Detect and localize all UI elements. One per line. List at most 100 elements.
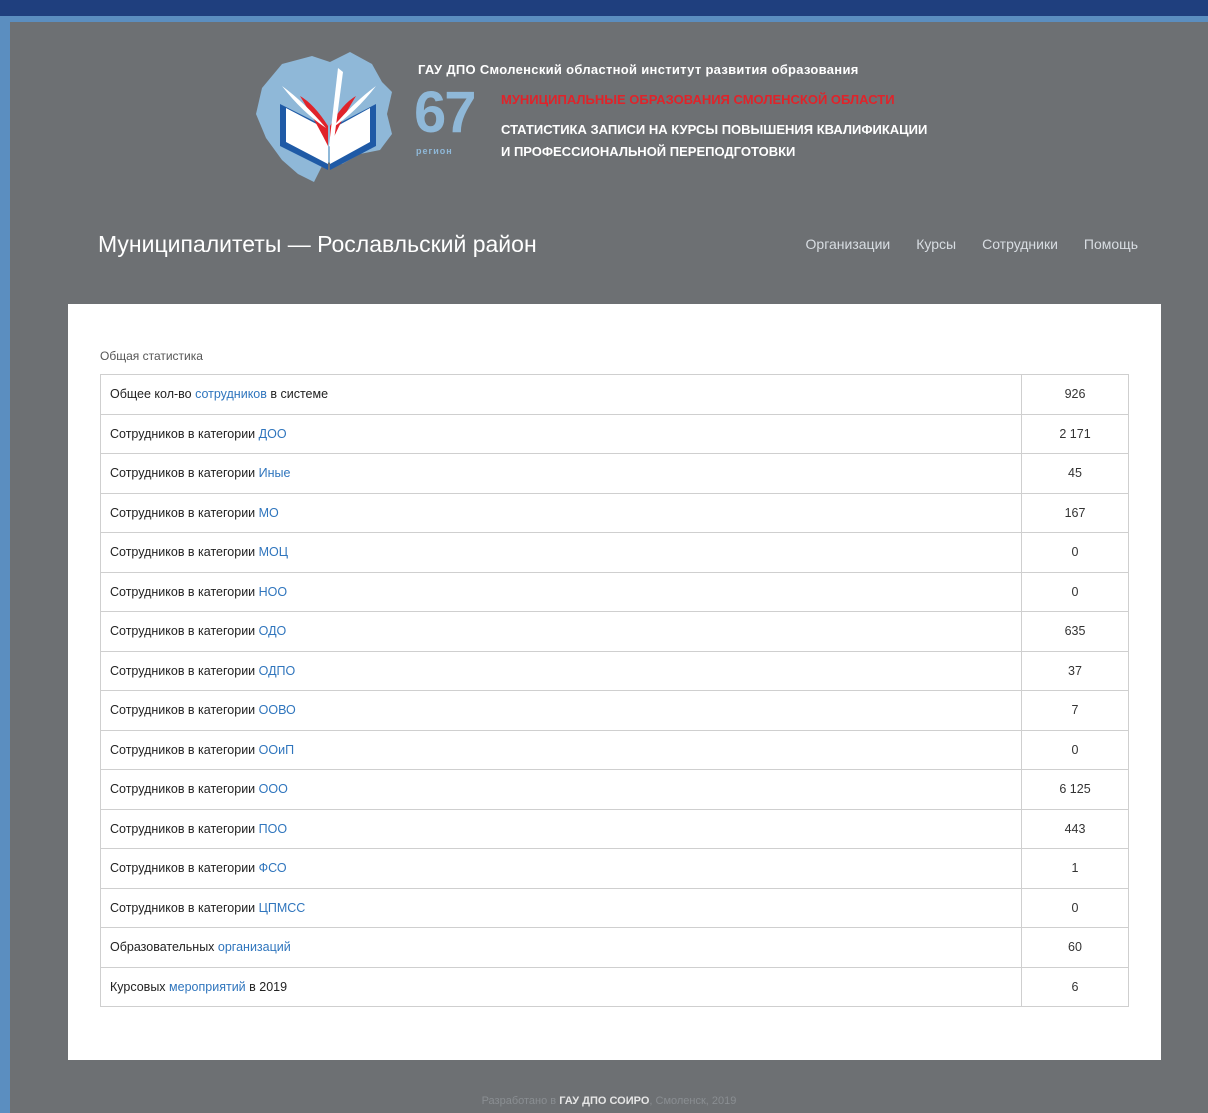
row-value: 1 xyxy=(1021,848,1129,889)
row-label-prefix: Сотрудников в категории xyxy=(110,505,259,520)
table-row: Сотрудников в категории ОДО 635 xyxy=(100,611,1129,652)
row-category-link[interactable]: ОДПО xyxy=(259,664,296,678)
row-label-prefix: Сотрудников в категории xyxy=(110,545,259,560)
row-label: Сотрудников в категории Иные xyxy=(100,453,1022,494)
table-row: Сотрудников в категории ООиП 0 xyxy=(100,729,1129,770)
row-value: 7 xyxy=(1021,690,1129,731)
row-label: Сотрудников в категории ФСО xyxy=(100,848,1022,889)
row-label: Общее кол-во сотрудников в системе xyxy=(100,374,1022,415)
row-label-suffix: в системе xyxy=(266,387,329,402)
row-value: 6 125 xyxy=(1021,769,1129,810)
row-value: 167 xyxy=(1021,492,1129,533)
row-value: 443 xyxy=(1021,808,1129,849)
row-label: Сотрудников в категории ООВО xyxy=(100,690,1022,731)
footer: Разработано в ГАУ ДПО СОИРО, Смоленск, 2… xyxy=(10,1095,1208,1107)
row-label-prefix: Сотрудников в категории xyxy=(110,624,259,639)
row-value: 6 xyxy=(1021,966,1129,1007)
region-label: регион xyxy=(416,146,453,156)
row-value: 926 xyxy=(1021,374,1129,415)
row-label-prefix: Курсовых xyxy=(110,979,170,994)
row-category-link[interactable]: ОДО xyxy=(259,624,287,638)
table-row: Сотрудников в категории Иные 45 xyxy=(100,453,1129,494)
table-row: Сотрудников в категории ФСО 1 xyxy=(100,848,1129,889)
row-label-prefix: Образовательных xyxy=(110,940,218,955)
page-frame: 67 регион ГАУ ДПО Смоленский областной и… xyxy=(10,22,1208,1113)
row-label: Курсовых мероприятий в 2019 xyxy=(100,966,1022,1007)
row-value: 0 xyxy=(1021,571,1129,612)
row-category-link[interactable]: организаций xyxy=(218,940,291,954)
row-value: 60 xyxy=(1021,927,1129,968)
region-number: 67 xyxy=(414,80,476,145)
row-category-link[interactable]: ООиП xyxy=(259,743,294,757)
row-value: 0 xyxy=(1021,729,1129,770)
row-value: 45 xyxy=(1021,453,1129,494)
row-value: 635 xyxy=(1021,611,1129,652)
table-row: Сотрудников в категории НОО 0 xyxy=(100,571,1129,612)
row-value: 37 xyxy=(1021,650,1129,691)
table-row: Сотрудников в категории ДОО 2 171 xyxy=(100,413,1129,454)
row-label-prefix: Общее кол-во xyxy=(110,387,196,402)
row-label: Сотрудников в категории ЦПМСС xyxy=(100,887,1022,928)
footer-suffix: , Смоленск, 2019 xyxy=(649,1095,737,1107)
row-label: Сотрудников в категории ОДО xyxy=(100,611,1022,652)
row-category-link[interactable]: Иные xyxy=(259,466,291,480)
row-label-prefix: Сотрудников в категории xyxy=(110,426,259,441)
row-label: Сотрудников в категории ОДПО xyxy=(100,650,1022,691)
row-label: Сотрудников в категории МО xyxy=(100,492,1022,533)
row-category-link[interactable]: ЦПМСС xyxy=(259,901,306,915)
row-category-link[interactable]: МО xyxy=(259,506,279,520)
row-category-link[interactable]: ПОО xyxy=(259,822,287,836)
row-category-link[interactable]: НОО xyxy=(259,585,287,599)
row-label-prefix: Сотрудников в категории xyxy=(110,900,259,915)
table-row: Сотрудников в категории ОДПО 37 xyxy=(100,650,1129,691)
row-label-prefix: Сотрудников в категории xyxy=(110,466,259,481)
row-category-link[interactable]: МОЦ xyxy=(259,545,288,559)
table-row: Сотрудников в категории МО 167 xyxy=(100,492,1129,533)
row-value: 0 xyxy=(1021,532,1129,573)
row-label: Сотрудников в категории ООиП xyxy=(100,729,1022,770)
footer-org[interactable]: ГАУ ДПО СОИРО xyxy=(559,1095,649,1107)
nav-employees[interactable]: Сотрудники xyxy=(982,236,1058,252)
subtitle-line-2: И ПРОФЕССИОНАЛЬНОЙ ПЕРЕПОДГОТОВКИ xyxy=(501,144,796,159)
table-row: Сотрудников в категории ООВО 7 xyxy=(100,690,1129,731)
table-row: Сотрудников в категории ПОО 443 xyxy=(100,808,1129,849)
row-label: Сотрудников в категории ДОО xyxy=(100,413,1022,454)
table-row: Сотрудников в категории ООО 6 125 xyxy=(100,769,1129,810)
institute-logo[interactable] xyxy=(242,42,417,192)
institute-name: ГАУ ДПО Смоленский областной институт ра… xyxy=(418,62,859,77)
row-category-link[interactable]: ООВО xyxy=(259,703,296,717)
row-label: Сотрудников в категории ООО xyxy=(100,769,1022,810)
row-label: Сотрудников в категории ПОО xyxy=(100,808,1022,849)
subtitle-line-1: СТАТИСТИКА ЗАПИСИ НА КУРСЫ ПОВЫШЕНИЯ КВА… xyxy=(501,122,928,137)
footer-prefix: Разработано в xyxy=(481,1095,560,1107)
row-label-prefix: Сотрудников в категории xyxy=(110,703,259,718)
row-label: Образовательных организаций xyxy=(100,927,1022,968)
row-label-prefix: Сотрудников в категории xyxy=(110,861,259,876)
table-row: Курсовых мероприятий в 2019 6 xyxy=(100,966,1129,1007)
section-title: Общая статистика xyxy=(100,349,203,363)
row-label-prefix: Сотрудников в категории xyxy=(110,584,259,599)
row-category-link[interactable]: ФСО xyxy=(259,861,287,875)
row-label-prefix: Сотрудников в категории xyxy=(110,782,259,797)
row-category-link[interactable]: ДОО xyxy=(259,427,287,441)
table-row: Сотрудников в категории МОЦ 0 xyxy=(100,532,1129,573)
row-label-prefix: Сотрудников в категории xyxy=(110,742,259,757)
main-nav: Организации Курсы Сотрудники Помощь xyxy=(806,236,1138,252)
row-category-link[interactable]: мероприятий xyxy=(169,980,246,994)
row-label: Сотрудников в категории МОЦ xyxy=(100,532,1022,573)
smolensk-map-book-icon xyxy=(256,52,392,182)
stats-card: Общая статистика Общее кол-во сотруднико… xyxy=(68,304,1161,1060)
top-bar xyxy=(0,0,1208,16)
table-row: Сотрудников в категории ЦПМСС 0 xyxy=(100,887,1129,928)
nav-help[interactable]: Помощь xyxy=(1084,236,1138,252)
nav-courses[interactable]: Курсы xyxy=(916,236,956,252)
municipalities-title: МУНИЦИПАЛЬНЫЕ ОБРАЗОВАНИЯ СМОЛЕНСКОЙ ОБЛ… xyxy=(501,92,895,107)
row-category-link[interactable]: сотрудников xyxy=(195,387,267,401)
row-label-prefix: Сотрудников в категории xyxy=(110,663,259,678)
nav-organizations[interactable]: Организации xyxy=(806,236,891,252)
row-category-link[interactable]: ООО xyxy=(259,782,288,796)
table-row: Образовательных организаций 60 xyxy=(100,927,1129,968)
row-label-prefix: Сотрудников в категории xyxy=(110,821,259,836)
row-label-suffix: в 2019 xyxy=(245,979,288,994)
stats-table: Общее кол-во сотрудников в системе 926 Сот… xyxy=(100,374,1129,1007)
